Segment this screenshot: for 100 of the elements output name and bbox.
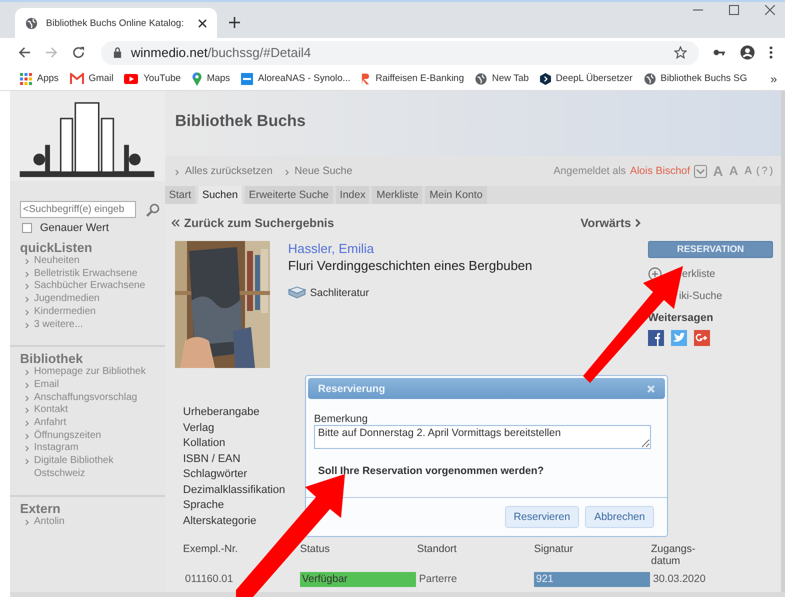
star-icon[interactable] <box>674 46 687 59</box>
chevron-icon <box>175 169 179 176</box>
bookmark-label: Maps <box>206 73 230 84</box>
sidebar-link[interactable]: Sachbücher Erwachsene <box>34 280 156 294</box>
bookmark-label: Raiffeisen E-Banking <box>375 73 464 84</box>
nav-tab[interactable]: Suchen <box>198 186 242 204</box>
bookmark[interactable]: AloreaNAS - Synolo... <box>241 72 350 84</box>
url-text: winmedio.net/buchssg/#Detail4 <box>131 45 311 60</box>
field-label: Kollation <box>183 437 226 450</box>
table-cell: Verfügbar <box>300 572 416 586</box>
breadcrumb-link[interactable]: Alles zurücksetzen <box>185 165 273 177</box>
user-name-link[interactable]: Alois Bischof <box>630 165 690 177</box>
sidebar-link[interactable]: Jugendmedien <box>34 293 156 306</box>
address-bar[interactable]: winmedio.net/buchssg/#Detail4 <box>101 40 699 64</box>
share-heading: Weitersagen <box>648 312 714 324</box>
forward-link[interactable]: Vorwärts <box>580 216 631 230</box>
field-label: Dezimalklassifikation <box>183 484 286 496</box>
bookmark-label: YouTube <box>143 73 181 84</box>
google-share-icon[interactable] <box>694 330 710 346</box>
field-label: Urheberangabe <box>183 406 260 419</box>
more-bookmarks[interactable]: » <box>770 72 777 86</box>
nav-tab[interactable]: Merkliste <box>372 186 422 204</box>
wiki-search-link[interactable]: iki-Suche <box>679 290 722 302</box>
field-label: Verlag <box>183 422 214 434</box>
dialog-button[interactable]: Abbrechen <box>585 506 654 528</box>
menu-icon[interactable] <box>769 46 773 59</box>
dialog-button[interactable]: Reservieren <box>504 506 580 528</box>
key-icon[interactable] <box>713 48 726 57</box>
bookmark-label: New Tab <box>492 73 529 84</box>
map-pin-icon <box>192 72 202 86</box>
dropdown-icon[interactable] <box>694 164 708 178</box>
nav-tab[interactable]: Erweiterte Suche <box>244 186 333 204</box>
scrollbar[interactable] <box>10 592 785 597</box>
back-icon[interactable] <box>18 46 31 59</box>
close-icon[interactable] <box>765 5 775 15</box>
login-label: Angemeldet als <box>554 165 626 177</box>
nav-tab[interactable]: Index <box>336 186 370 204</box>
sidebar-link[interactable]: Anschaffungsvorschlag <box>34 392 156 404</box>
close-icon[interactable] <box>198 18 207 28</box>
bookmark[interactable]: Gmail <box>70 73 114 84</box>
sidebar-link[interactable]: Kindermedien <box>34 306 156 319</box>
help-link[interactable]: (?) <box>756 165 775 177</box>
column-header: Status <box>300 542 331 556</box>
search-icon[interactable] <box>146 202 160 216</box>
sidebar-link[interactable]: 3 weitere... <box>34 318 156 332</box>
sidebar-link[interactable]: Öffnungszeiten <box>34 430 156 442</box>
section-heading: quickListen <box>20 240 94 255</box>
author-link[interactable]: Hassler, Emilia <box>288 241 630 257</box>
section-heading: Extern <box>20 500 62 516</box>
sidebar-link[interactable]: Homepage zur Bibliothek <box>34 366 156 379</box>
sidebar-link[interactable]: Instagram <box>34 442 156 456</box>
table-cell: 921 <box>534 572 650 586</box>
bookmark-label: AloreaNAS - Synolo... <box>258 73 350 84</box>
apps-grid-icon <box>20 72 32 84</box>
sidebar-link[interactable]: Email <box>34 378 156 392</box>
hexagon-icon <box>540 72 551 84</box>
checkbox[interactable] <box>22 223 32 233</box>
account-icon[interactable] <box>740 45 755 60</box>
field-label: ISBN / EAN <box>183 452 240 466</box>
bookmark[interactable]: Maps <box>192 72 230 86</box>
sidebar-link[interactable]: Anfahrt <box>34 417 156 430</box>
globe-icon <box>475 72 487 84</box>
breadcrumb-link[interactable]: Neue Suche <box>294 165 352 177</box>
browser-tab[interactable]: Bibliothek Buchs Online Katalog: <box>15 8 217 38</box>
new-tab-icon[interactable] <box>228 17 240 28</box>
bookmark[interactable]: New Tab <box>475 72 529 84</box>
remark-field[interactable]: Bitte auf Donnerstag 2. April Vormittags bereitstellen <box>314 425 651 449</box>
bookmark[interactable]: Raiffeisen E-Banking <box>361 72 464 84</box>
maximize-icon[interactable] <box>729 5 739 15</box>
bookmark[interactable]: DeepL Übersetzer <box>540 72 633 84</box>
watchlist-link[interactable]: erkliste <box>682 268 716 280</box>
reload-icon[interactable] <box>72 46 85 59</box>
back-link[interactable]: Zurück zum Suchergebnis <box>184 216 334 230</box>
sidebar-link[interactable]: Digitale Bibliothek Ostschweiz <box>34 455 156 481</box>
facebook-share-icon[interactable] <box>648 330 664 346</box>
chevron-icon <box>284 169 289 176</box>
field-label: Sprache <box>183 499 224 512</box>
reservation-button[interactable]: RESERVATION <box>648 241 773 258</box>
media-type: Sachliteratur <box>310 286 369 298</box>
double-chevron-icon[interactable] <box>171 219 180 227</box>
nav-tab[interactable]: Start <box>165 186 196 204</box>
bookmark-label: Gmail <box>88 73 114 84</box>
table-cell-text: Parterre <box>418 572 458 586</box>
table-cell-text: 011160.01 <box>184 572 234 586</box>
confirmation-question: Soll Ihre Reservation vorgenommen werden? <box>318 465 545 477</box>
bookmark-label: DeepL Übersetzer <box>556 73 633 84</box>
sidebar-link[interactable]: Belletristik Erwachsene <box>34 268 156 280</box>
checkbox-label: Genauer Wert <box>40 222 109 234</box>
nav-tab[interactable]: Mein Konto <box>425 186 487 204</box>
bookmark[interactable]: YouTube <box>124 73 181 84</box>
sidebar-link[interactable]: Kontakt <box>34 404 156 418</box>
sidebar-link[interactable]: Neuheiten <box>34 255 156 268</box>
bookmark[interactable]: Bibliothek Buchs SG <box>644 72 748 84</box>
dialog-title: Reservierung <box>318 382 386 394</box>
sidebar-link[interactable]: Antolin <box>34 516 156 528</box>
logo-icon <box>361 72 370 84</box>
chevron-icon[interactable] <box>635 219 641 227</box>
tab-title: Bibliothek Buchs Online Katalog: <box>46 18 184 28</box>
bookmark[interactable]: Apps <box>20 72 59 84</box>
search-field[interactable]: <Suchbegriff(e) eingeb <box>20 201 136 218</box>
